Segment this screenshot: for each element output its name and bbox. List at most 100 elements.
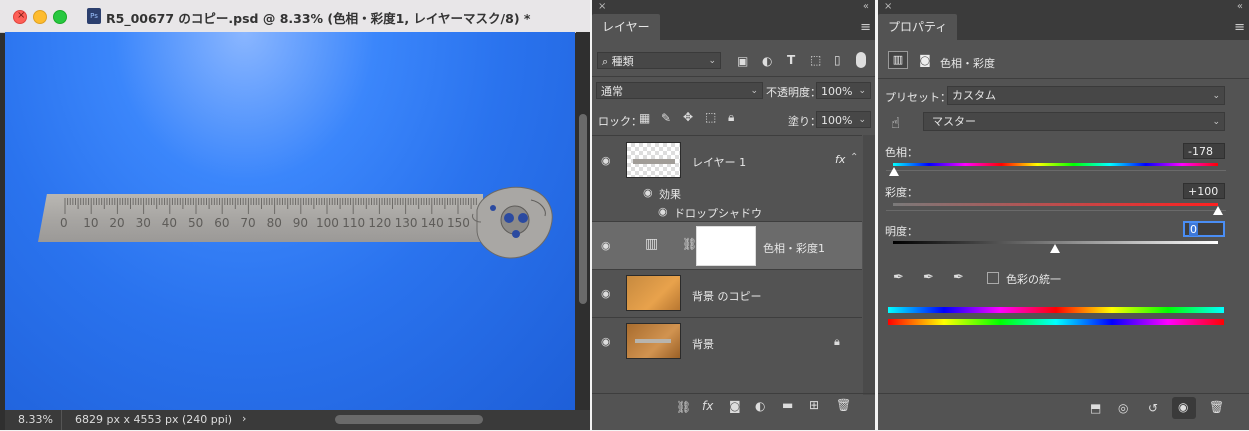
preset-label: プリセット：	[885, 91, 951, 104]
shape-filter-icon[interactable]: ⬚	[810, 53, 821, 67]
hue-value-field[interactable]: -178	[1183, 143, 1225, 159]
properties-footer: ⬒ ◎ ↺ ◉ 🗑︎	[878, 393, 1249, 431]
add-style-icon[interactable]: fx	[702, 399, 713, 413]
lock-artboard-icon[interactable]: ⬚	[705, 110, 716, 124]
tab-layers[interactable]: レイヤー	[592, 14, 660, 40]
layer-name[interactable]: 背景	[692, 336, 714, 352]
layer-thumbnail	[626, 323, 681, 359]
link-layers-icon[interactable]: ⛓︎	[676, 400, 691, 414]
saturation-slider-thumb[interactable]	[1213, 206, 1223, 215]
layers-scrollbar[interactable]	[863, 135, 875, 395]
lightness-slider-thumb[interactable]	[1050, 244, 1060, 253]
layer-mask-thumbnail[interactable]	[696, 226, 756, 266]
eyedropper-icon[interactable]: ✒	[893, 270, 904, 285]
layers-panel: × « レイヤー ≡ ⌕ 種類 ⌄ ▣ ◐ T ⬚ ▯ 通常 ⌄ 不透明度： 1…	[592, 0, 875, 430]
new-adjustment-icon[interactable]: ◐	[755, 399, 765, 413]
panel-close-icon[interactable]: ×	[884, 1, 892, 12]
smartobject-filter-icon[interactable]: ▯	[834, 53, 841, 67]
adjustment-mode-icon[interactable]: ▥	[888, 51, 908, 69]
drop-shadow-eye-icon[interactable]: ◉	[658, 205, 668, 218]
clip-to-layer-icon[interactable]: ⬒	[1090, 401, 1101, 415]
layer-filter-dropdown[interactable]: ⌕ 種類 ⌄	[597, 52, 721, 69]
mask-mode-icon[interactable]: ◙	[916, 51, 934, 69]
lock-transparent-icon[interactable]: ▦	[639, 111, 650, 125]
panel-menu-icon[interactable]: ≡	[1234, 20, 1245, 35]
panel-menu-icon[interactable]: ≡	[860, 20, 871, 35]
zoom-level[interactable]: 8.33%	[18, 413, 53, 426]
type-filter-icon[interactable]: T	[787, 53, 795, 67]
preset-dropdown[interactable]: カスタム ⌄	[947, 86, 1225, 105]
lock-paint-icon[interactable]: ✎	[661, 111, 671, 125]
opacity-field[interactable]: 100% ⌄	[816, 82, 871, 99]
visibility-eye-icon[interactable]: ◉	[601, 154, 611, 167]
close-window-button[interactable]: ×	[13, 10, 27, 24]
chevron-down-icon: ⌄	[708, 56, 716, 66]
panel-collapse-icon[interactable]: «	[863, 1, 869, 12]
trash-icon[interactable]: 🗑︎	[1209, 400, 1224, 414]
view-previous-state-icon[interactable]: ◎	[1118, 401, 1128, 415]
layer-row[interactable]: ◉ 背景 のコピー	[592, 269, 862, 318]
blend-mode-dropdown[interactable]: 通常 ⌄	[596, 82, 763, 99]
collapse-effects-icon[interactable]: ⌃	[850, 152, 858, 163]
visibility-eye-icon[interactable]: ◉	[601, 335, 611, 348]
info-menu-arrow-icon[interactable]: ›	[242, 412, 246, 425]
lightness-label: 明度：	[885, 225, 918, 238]
filter-toggle[interactable]	[856, 52, 866, 68]
eyedropper-minus-icon[interactable]: ✒	[953, 270, 964, 285]
document-window: × Ps R5_00677 のコピー.psd @ 8.33% (色相・彩度1, …	[0, 0, 590, 430]
layer-row[interactable]: ◉ 背景 🔒︎	[592, 317, 862, 366]
lightness-value-field[interactable]: 0	[1183, 221, 1225, 237]
preset-value: カスタム	[952, 89, 996, 102]
channel-dropdown[interactable]: マスター ⌄	[923, 112, 1225, 131]
ruler-number: 80	[266, 216, 282, 230]
layer-name[interactable]: 背景 のコピー	[692, 288, 762, 304]
image-canvas[interactable]: 0 10 20 30 40 50 60 70 80 90 100 110 120 130 140 150	[5, 32, 575, 410]
ruler-numbers: 0 10 20 30 40 50 60 70 80 90 100 110 120 130 140 150	[60, 216, 470, 230]
eyedropper-plus-icon[interactable]: ✒	[923, 270, 934, 285]
new-layer-icon[interactable]: ⊞	[809, 398, 819, 412]
slider-baseline	[886, 170, 1226, 171]
pixel-filter-icon[interactable]: ▣	[737, 54, 748, 68]
panel-collapse-icon[interactable]: «	[1237, 1, 1243, 12]
hue-slider-thumb[interactable]	[889, 167, 899, 176]
vertical-scroll-thumb[interactable]	[579, 114, 587, 304]
layer-name[interactable]: 色相・彩度1	[763, 240, 825, 256]
saturation-slider-track[interactable]	[893, 203, 1218, 206]
lock-all-icon[interactable]: 🔒︎	[728, 110, 734, 125]
reset-icon[interactable]: ↺	[1148, 401, 1158, 415]
trash-icon[interactable]: 🗑︎	[836, 398, 851, 412]
vertical-scrollbar[interactable]	[576, 32, 590, 410]
document-title: R5_00677 のコピー.psd @ 8.33% (色相・彩度1, レイヤーマ…	[106, 11, 531, 26]
visibility-eye-icon[interactable]: ◉	[601, 239, 611, 252]
layer-name[interactable]: レイヤー 1	[692, 154, 746, 170]
layer-thumbnail	[626, 142, 681, 178]
toggle-visibility-button[interactable]: ◉	[1172, 397, 1196, 419]
targeted-adjustment-hand-icon[interactable]: ☝	[891, 114, 900, 132]
fx-badge[interactable]: fx	[835, 153, 845, 166]
fill-field[interactable]: 100% ⌄	[816, 111, 871, 128]
layer-row[interactable]: ◉ レイヤー 1 fx ⌃	[592, 135, 862, 186]
colorize-label[interactable]: 色彩の統一	[1006, 271, 1061, 287]
ruler-number: 120	[368, 216, 392, 230]
drop-shadow-label[interactable]: ドロップシャドウ	[674, 205, 762, 221]
effects-label: 効果	[659, 188, 681, 201]
colorize-checkbox[interactable]	[987, 272, 999, 284]
saturation-label: 彩度：	[885, 186, 918, 199]
adjustment-filter-icon[interactable]: ◐	[762, 54, 772, 68]
link-icon[interactable]: ⛓︎	[682, 237, 697, 251]
tab-properties[interactable]: プロパティ	[878, 14, 958, 40]
layer-row-selected[interactable]: ◉ ▥ ⛓︎ 色相・彩度1	[592, 221, 862, 270]
add-mask-icon[interactable]: ◙	[729, 399, 741, 413]
minimize-window-button[interactable]	[33, 10, 47, 24]
visibility-eye-icon[interactable]: ◉	[601, 287, 611, 300]
saturation-value-field[interactable]: +100	[1183, 183, 1225, 199]
lock-label: ロック：	[598, 115, 642, 128]
effects-eye-icon[interactable]: ◉	[643, 186, 653, 199]
hue-slider-track[interactable]	[893, 163, 1218, 166]
zoom-window-button[interactable]	[53, 10, 67, 24]
horizontal-scroll-thumb[interactable]	[335, 415, 483, 424]
panel-close-icon[interactable]: ×	[598, 1, 606, 12]
ruler-number: 140	[420, 216, 444, 230]
new-group-icon[interactable]: ▬	[782, 398, 793, 412]
lock-position-icon[interactable]: ✥	[683, 110, 693, 124]
